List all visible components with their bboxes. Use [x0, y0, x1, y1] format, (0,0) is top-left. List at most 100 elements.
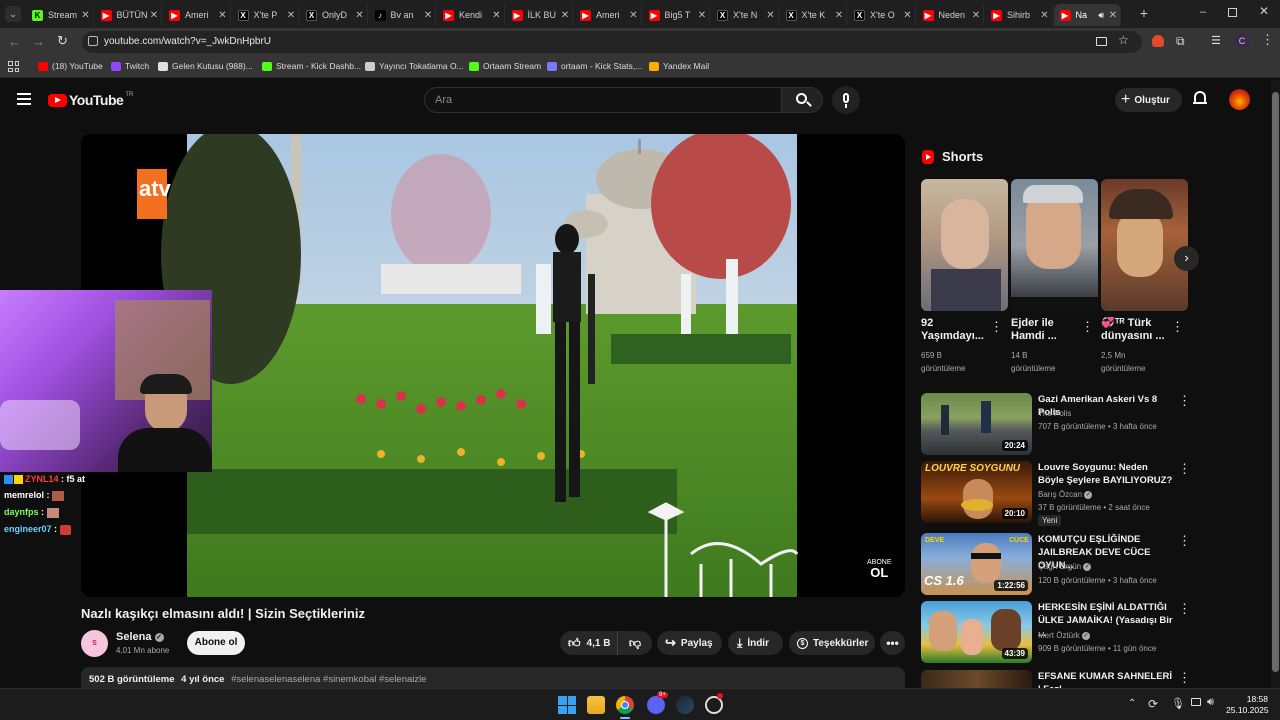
video-menu-icon[interactable]: ⋮	[1178, 671, 1191, 685]
browser-tab[interactable]: ▶ Kendi ✕	[437, 4, 505, 26]
account-avatar[interactable]	[1229, 89, 1250, 110]
browser-tab[interactable]: ♪ Bv an ✕	[369, 4, 436, 26]
browser-tab[interactable]: ▶ Ameri ✕	[574, 4, 642, 26]
browser-tab[interactable]: ▶ Ameri ✕	[163, 4, 231, 26]
hamburger-menu-icon[interactable]	[17, 93, 31, 105]
video-menu-icon[interactable]: ⋮	[1178, 602, 1191, 616]
video-channel[interactable]: The Polis	[1038, 407, 1071, 420]
browser-tab[interactable]: X X'te P ✕	[232, 4, 299, 26]
short-thumbnail[interactable]	[921, 179, 1008, 311]
hashtags[interactable]: #selenaselenaselena #sinemkobal #selenai…	[231, 674, 426, 685]
channel-name[interactable]: Selena ✓	[116, 631, 164, 643]
bookmark-item[interactable]: ortaam - Kick Stats,...	[547, 61, 642, 71]
video-thumbnail[interactable]: 20:24	[921, 393, 1032, 455]
reading-list-icon[interactable]: ☰	[1211, 34, 1221, 47]
close-tab-icon[interactable]: ✕	[558, 10, 572, 21]
close-tab-icon[interactable]: ✕	[1106, 10, 1120, 21]
browser-tab[interactable]: X OnlyD ✕	[300, 4, 368, 26]
close-tab-icon[interactable]: ✕	[353, 10, 367, 21]
close-tab-icon[interactable]: ✕	[832, 10, 846, 21]
bookmark-item[interactable]: Yandex Mail	[649, 61, 709, 71]
browser-tab[interactable]: ▶ Sihirb ✕	[985, 4, 1053, 26]
close-tab-icon[interactable]: ✕	[695, 10, 709, 21]
video-title[interactable]: Louvre Soygunu: Neden Böyle Şeylere BAYI…	[1038, 461, 1176, 487]
video-title[interactable]: EFSANE KUMAR SAHNELERİ | Fazl...	[1038, 670, 1176, 688]
search-box[interactable]: Ara	[424, 87, 782, 113]
bookmark-item[interactable]: Ortaam Stream	[469, 61, 541, 71]
browser-tab[interactable]: X X'te K ✕	[780, 4, 847, 26]
short-title[interactable]: Ejder ile Hamdi ...	[1011, 317, 1081, 343]
audio-playing-icon[interactable]: 🔊︎	[1098, 10, 1104, 21]
short-menu-icon[interactable]: ⋮	[1171, 320, 1184, 334]
forward-icon[interactable]: →	[32, 34, 45, 49]
close-tab-icon[interactable]: ✕	[969, 10, 983, 21]
close-tab-icon[interactable]: ✕	[284, 10, 298, 21]
create-button[interactable]: + Oluştur	[1115, 88, 1182, 112]
browser-tab[interactable]: ▶ Big5 T ✕	[643, 4, 710, 26]
browser-tab[interactable]: ▶ Neden ✕	[917, 4, 984, 26]
new-tab-button[interactable]: +	[1136, 5, 1152, 21]
close-tab-icon[interactable]: ✕	[79, 10, 93, 21]
restore-button[interactable]	[1228, 8, 1237, 17]
more-actions-button[interactable]: •••	[880, 631, 905, 655]
close-tab-icon[interactable]: ✕	[901, 10, 915, 21]
bookmark-item[interactable]: Yayıncı Tokatlama O...	[365, 61, 464, 71]
video-channel[interactable]: Çağrı Ergün ✓	[1038, 560, 1092, 573]
short-menu-icon[interactable]: ⋮	[990, 320, 1003, 334]
profile-avatar[interactable]: C	[1234, 33, 1250, 49]
start-windows-icon[interactable]	[558, 696, 576, 714]
shorts-next-button[interactable]: ›	[1174, 246, 1199, 271]
voice-search-button[interactable]	[832, 86, 860, 114]
apps-icon[interactable]	[8, 61, 19, 72]
puzzle-icon[interactable]: ⧉	[1176, 34, 1185, 49]
bookmark-item[interactable]: Stream - Kick Dashb...	[262, 61, 361, 71]
tab-search-button[interactable]: ⌄	[5, 6, 21, 22]
app-icon[interactable]	[705, 693, 723, 714]
steam-icon[interactable]	[676, 696, 694, 714]
chrome-icon[interactable]	[616, 696, 634, 714]
volume-icon[interactable]: 🔊︎	[1207, 696, 1214, 709]
chrome-menu-icon[interactable]: ⋮	[1261, 32, 1274, 48]
tray-chevron-icon[interactable]: ⌃	[1128, 698, 1136, 709]
network-icon[interactable]	[1191, 698, 1201, 706]
video-thumbnail[interactable]: 43:39	[921, 601, 1032, 663]
reload-icon[interactable]: ↻	[57, 33, 68, 49]
close-tab-icon[interactable]: ✕	[627, 10, 641, 21]
video-channel[interactable]: Mert Öztürk ✓	[1038, 629, 1091, 642]
thanks-button[interactable]: $ Teşekkürler	[789, 631, 875, 655]
sync-icon[interactable]: ⟳	[1148, 697, 1158, 711]
close-tab-icon[interactable]: ✕	[1038, 10, 1052, 21]
browser-tab[interactable]: ▶ BÜTÜN ✕	[95, 4, 162, 26]
share-button[interactable]: ↪ Paylaş	[657, 631, 722, 655]
video-menu-icon[interactable]: ⋮	[1178, 462, 1191, 476]
short-thumbnail[interactable]	[1101, 179, 1188, 311]
bookmark-star-icon[interactable]: ☆	[1118, 33, 1129, 47]
close-tab-icon[interactable]: ✕	[490, 10, 504, 21]
video-thumbnail[interactable]: DEVE CÜCE CS 1.6 1:22:56	[921, 533, 1032, 595]
clock[interactable]: 18:58 25.10.2025	[1226, 694, 1269, 716]
page-scrollbar[interactable]	[1271, 80, 1280, 688]
file-explorer-icon[interactable]	[587, 696, 605, 714]
minimize-button[interactable]: –	[1196, 6, 1210, 20]
bookmark-item[interactable]: (18) YouTube	[38, 61, 103, 71]
video-menu-icon[interactable]: ⋮	[1178, 534, 1191, 548]
extension-icon[interactable]	[1152, 35, 1164, 47]
browser-tab[interactable]: X X'te N ✕	[711, 4, 779, 26]
short-thumbnail[interactable]	[1011, 179, 1098, 311]
bookmark-item[interactable]: Gelen Kutusu (988)...	[158, 61, 253, 71]
close-tab-icon[interactable]: ✕	[764, 10, 778, 21]
search-button[interactable]	[781, 87, 823, 113]
site-info-icon[interactable]	[88, 36, 98, 46]
download-button[interactable]: ⤓ İndir	[728, 631, 783, 655]
short-title[interactable]: 92 Yaşımdayı...	[921, 317, 991, 343]
video-menu-icon[interactable]: ⋮	[1178, 394, 1191, 408]
video-thumbnail[interactable]	[921, 670, 1032, 688]
short-title[interactable]: 💞ᵀᴿ Türk dünyasını ...	[1101, 317, 1171, 343]
close-tab-icon[interactable]: ✕	[147, 10, 161, 21]
browser-tab[interactable]: ▶ İLK BU ✕	[506, 4, 573, 26]
bookmark-item[interactable]: Twitch	[111, 61, 149, 71]
microphone-tray-icon[interactable]: 🎙︎	[1171, 697, 1185, 710]
browser-tab[interactable]: K Stream ✕	[26, 4, 94, 26]
channel-avatar[interactable]: S	[81, 630, 108, 657]
close-tab-icon[interactable]: ✕	[421, 10, 435, 21]
